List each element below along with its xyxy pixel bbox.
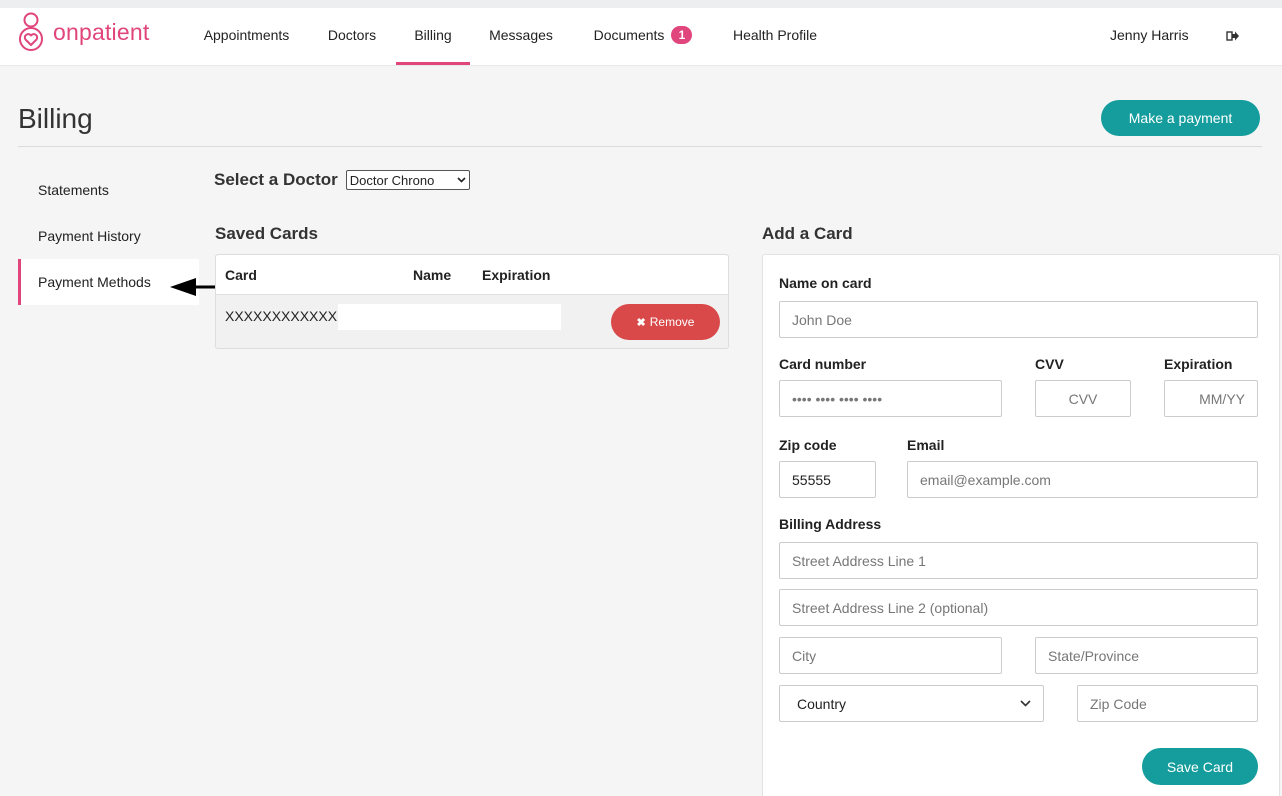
card-number-masked: XXXXXXXXXXXX [225,308,338,324]
card-number-label: Card number [779,356,867,372]
nav-appointments[interactable]: Appointments [198,8,295,65]
doctor-select[interactable]: Doctor Chrono [345,170,470,190]
select-doctor: Select a Doctor Doctor Chrono [214,170,470,190]
top-navbar: onpatient Appointments Doctors Billing M… [0,0,1282,66]
onpatient-heart-logo-icon [19,12,43,51]
add-card-form: Name on card Card number CVV Expiration … [762,254,1280,796]
sidebar-item-payment-history[interactable]: Payment History [18,213,199,259]
name-on-card-label: Name on card [779,275,872,291]
select-doctor-label: Select a Doctor [214,170,338,189]
nav-health-profile[interactable]: Health Profile [727,8,823,65]
email-label: Email [907,437,945,453]
nav-billing[interactable]: Billing [396,8,470,65]
billing-address-label: Billing Address [779,516,882,532]
remove-card-button[interactable]: ✖ Remove [611,304,720,340]
zip-code-input[interactable] [779,461,876,498]
street-address-2-input[interactable] [779,589,1258,626]
nav-label: Doctors [327,26,377,43]
redacted-area [338,304,561,330]
sidebar-item-label: Payment History [38,228,141,244]
expiration-input[interactable] [1164,380,1258,417]
expiration-label: Expiration [1164,356,1233,372]
card-number-input[interactable] [779,380,1002,417]
doctor-select-value: Doctor Chrono [349,172,435,188]
nav-documents[interactable]: Documents 1 [587,8,699,65]
chevron-down-icon [1020,700,1031,707]
column-header-card: Card [225,267,257,283]
cvv-label: CVV [1035,356,1064,372]
cvv-input[interactable] [1035,380,1131,417]
header-divider [18,146,1262,147]
country-select[interactable]: Country [779,685,1044,722]
postal-zip-code-input[interactable] [1077,685,1258,722]
sidebar-item-label: Payment Methods [38,274,151,290]
state-province-input[interactable] [1035,637,1258,674]
nav-label: Appointments [203,26,290,43]
page-title: Billing [18,103,93,134]
nav-label: Messages [489,26,553,43]
x-icon: ✖ [636,316,646,329]
nav-doctors[interactable]: Doctors [323,8,381,65]
logout-icon[interactable] [1226,29,1240,43]
saved-cards-table: Card Name Expiration XXXXXXXXXXXX ✖ Remo… [215,254,729,349]
nav-label: Health Profile [732,26,818,43]
sidebar-item-statements[interactable]: Statements [18,167,199,213]
remove-label: Remove [649,315,695,329]
add-card-heading: Add a Card [762,224,853,243]
saved-cards-heading: Saved Cards [215,224,318,243]
zip-code-label: Zip code [779,437,837,453]
nav-label: Documents [593,26,665,43]
country-select-value: Country [797,695,847,712]
user-name[interactable]: Jenny Harris [1110,8,1189,65]
logo[interactable]: onpatient [14,10,149,54]
name-on-card-input[interactable] [779,301,1258,338]
make-payment-button[interactable]: Make a payment [1101,100,1260,136]
logo-text: onpatient [53,18,150,45]
street-address-1-input[interactable] [779,542,1258,579]
column-header-name: Name [413,267,452,283]
documents-count-badge: 1 [671,25,693,44]
city-input[interactable] [779,637,1002,674]
email-input[interactable] [907,461,1258,498]
column-header-expiration: Expiration [482,267,551,283]
sidebar-item-label: Statements [38,182,109,198]
nav-label: Billing [414,26,452,43]
save-card-button[interactable]: Save Card [1142,748,1258,785]
nav-messages[interactable]: Messages [483,8,559,65]
chevron-down-icon [457,177,466,183]
table-header: Card Name Expiration [216,255,728,295]
